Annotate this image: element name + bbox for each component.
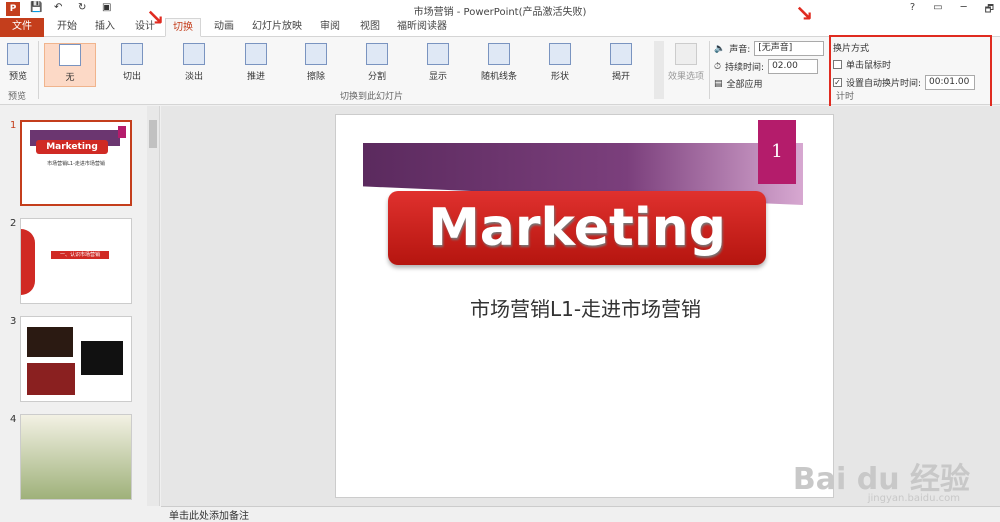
transition-random-bars-icon [488,43,510,65]
tab-animations[interactable]: 动画 [210,18,238,37]
slide-thumbnail-4[interactable] [20,414,132,500]
slide-subtitle[interactable]: 市场营销L1-走进市场营销 [336,293,835,322]
tab-slideshow[interactable]: 幻灯片放映 [252,18,302,37]
transition-split-icon [366,43,388,65]
help-button[interactable]: ? [910,2,915,19]
restore-button[interactable]: 🗗 [985,2,994,19]
duration-input[interactable]: 02.00 [768,59,819,74]
transition-cut-button[interactable]: 切出 [106,43,158,87]
thumb-subtitle: 市场营销L1-走进市场营销 [47,161,105,167]
apply-all-label: 全部应用 [726,80,763,90]
preview-group-label: 预览 [8,92,27,102]
slide-thumbnail-3[interactable] [20,316,132,402]
duration-row: ⏱ 持续时间: 02.00 [714,59,819,74]
sound-select[interactable]: [无声音] [754,41,825,56]
thumb-photo [27,363,75,395]
minimize-button[interactable]: ─ [961,2,967,19]
transition-uncover-icon [610,43,632,65]
sound-label: 声音: [729,45,751,55]
preview-button[interactable]: 预览 [2,43,34,87]
transition-wipe-icon [305,43,327,65]
slide-thumbnail-2[interactable]: 一、认识市场营销 [20,218,132,304]
apply-all-button[interactable]: ▤ 全部应用 [714,77,763,91]
thumb-red-curve [21,229,35,295]
tab-transitions[interactable]: 切换 [165,18,201,37]
divider [709,41,710,99]
transition-fade-button[interactable]: 淡出 [168,43,220,87]
apply-all-icon: ▤ [714,78,723,89]
thumb-title: Marketing [36,140,108,154]
slide-number: 1 [10,120,17,131]
transition-label: 显示 [428,72,447,82]
thumb-illustration [21,415,131,499]
transition-shape-button[interactable]: 形状 [534,43,586,87]
gallery-scroll[interactable] [654,41,664,99]
ribbon-display-button[interactable]: ▭ [933,2,942,19]
duration-label: 持续时间: [725,63,765,73]
transition-label: 推进 [246,72,265,82]
tab-file[interactable]: 文件 [0,18,44,37]
transition-label: 形状 [550,72,569,82]
tab-insert[interactable]: 插入 [91,18,119,37]
slide-thumbnail-1[interactable]: Marketing 市场营销L1-走进市场营销 [20,120,132,206]
effect-options-icon [675,43,697,65]
transition-label: 擦除 [306,72,325,82]
slide-title-box[interactable]: Marketing [388,191,766,265]
transition-random-bars-button[interactable]: 随机线条 [473,43,525,87]
slide-number: 2 [10,218,17,229]
thumb-tag [118,126,126,138]
transition-label: 分割 [367,72,386,82]
notes-pane[interactable]: 单击此处添加备注 [161,506,1000,522]
transition-label: 揭开 [611,72,630,82]
divider [38,41,39,99]
watermark: Bai du 经验 [792,462,970,497]
transition-cut-icon [121,43,143,65]
tab-review[interactable]: 审阅 [316,18,344,37]
slides-panel: 1 Marketing 市场营销L1-走进市场营销 2 一、认识市场营销 3 4 [0,106,160,506]
slide-title: Marketing [428,198,726,258]
transition-none-icon [59,44,81,66]
scrollbar-thumb[interactable] [149,120,157,148]
transition-uncover-button[interactable]: 揭开 [595,43,647,87]
transition-push-button[interactable]: 推进 [230,43,282,87]
thumb-photo [81,341,123,375]
transitions-group-label: 切换到此幻灯片 [340,92,404,102]
sound-icon: 🔈 [714,43,726,54]
watermark-url: jingyan.baidu.com [867,493,960,504]
transition-shape-icon [549,43,571,65]
effect-options-label: 效果选项 [667,72,704,82]
transition-label: 随机线条 [480,72,517,82]
sound-row: 🔈 声音: [无声音] [714,41,825,56]
tab-foxit-reader[interactable]: 福昕阅读器 [394,18,450,37]
transition-label: 淡出 [184,72,203,82]
annotation-arrow-tab: ↘ [146,6,165,31]
transition-label: 无 [65,73,75,83]
thumb-text: 一、认识市场营销 [51,251,109,259]
preview-icon [7,43,29,65]
transition-label: 切出 [122,72,141,82]
annotation-highlight-box [829,35,992,115]
preview-label: 预览 [8,72,27,82]
transition-split-button[interactable]: 分割 [351,43,403,87]
slide-number: 4 [10,414,17,425]
tab-view[interactable]: 视图 [356,18,384,37]
thumb-photo [27,327,73,357]
transition-wipe-button[interactable]: 擦除 [290,43,342,87]
clock-icon: ⏱ [714,61,722,72]
window-controls: ? ▭ ─ 🗗 [910,2,994,19]
slides-scrollbar[interactable] [147,106,159,506]
transition-reveal-button[interactable]: 显示 [412,43,464,87]
transition-fade-icon [183,43,205,65]
effect-options-button[interactable]: 效果选项 [666,43,706,87]
transition-push-icon [245,43,267,65]
slide-canvas: 1 Marketing 市场营销L1-走进市场营销 Bai du 经验 jing… [161,106,1000,506]
transition-reveal-icon [427,43,449,65]
annotation-arrow-timing: ↘ [795,2,814,27]
slide-number-tag: 1 [758,120,796,184]
slide[interactable]: 1 Marketing 市场营销L1-走进市场营销 [335,114,834,498]
tab-home[interactable]: 开始 [53,18,81,37]
slide-number: 3 [10,316,17,327]
transition-none-button[interactable]: 无 [44,43,96,87]
